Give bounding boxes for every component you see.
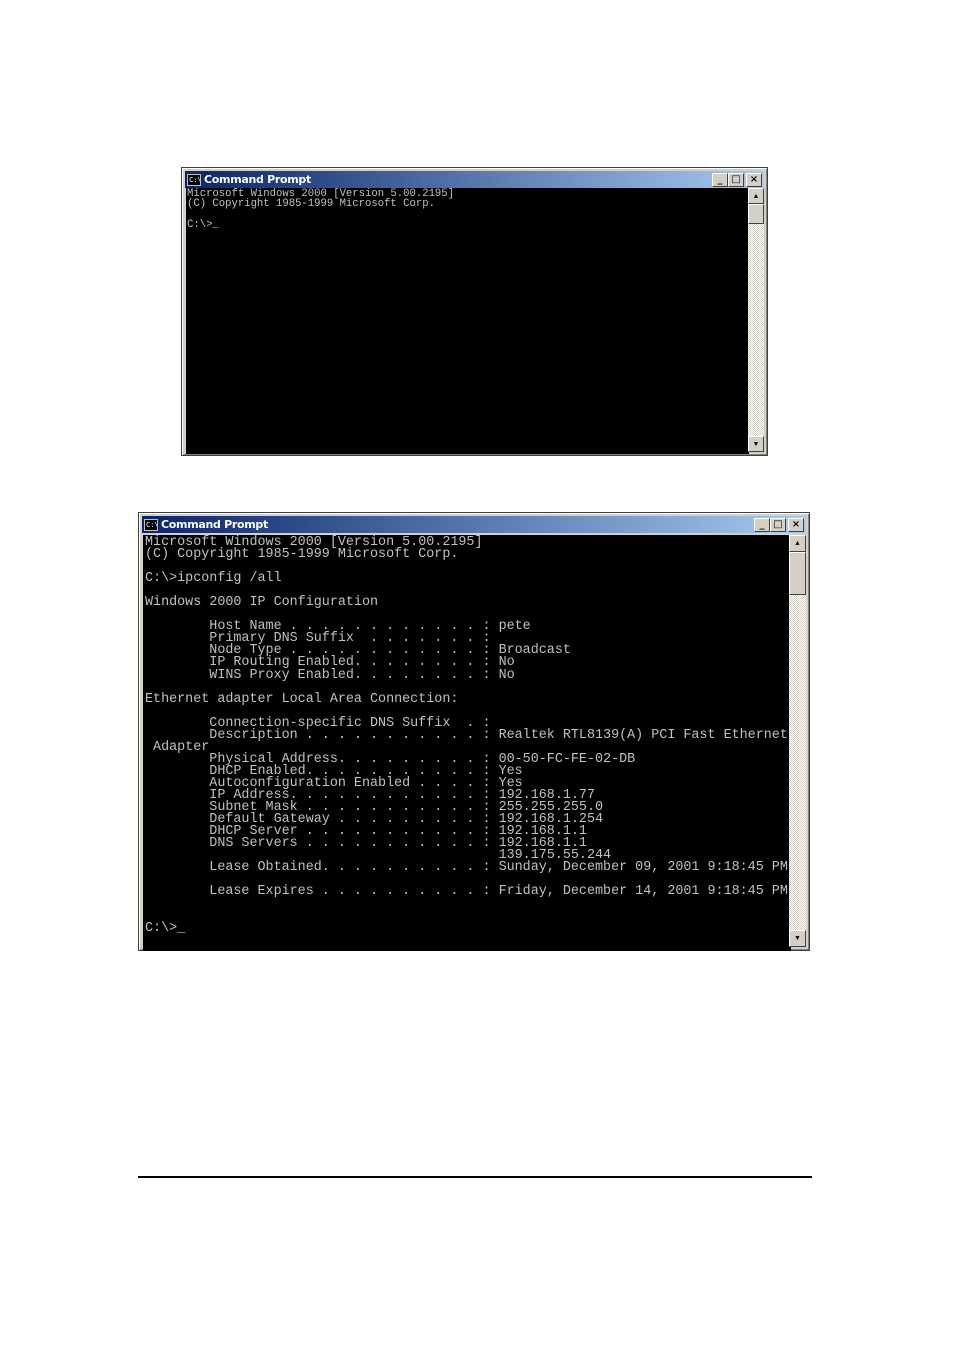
- scroll-thumb[interactable]: [789, 552, 806, 595]
- console-line: C:\>ipconfig /all: [145, 571, 282, 587]
- console-line: Lease Expires . . . . . . . . . . : Frid…: [145, 884, 788, 900]
- console-line: WINS Proxy Enabled. . . . . . . . : No: [145, 667, 515, 683]
- minimize-button[interactable]: _: [712, 172, 728, 187]
- close-button[interactable]: ×: [788, 517, 804, 532]
- cmd-icon[interactable]: C:\: [144, 518, 158, 531]
- title-bar[interactable]: C:\ Command Prompt _ □ ×: [185, 171, 764, 188]
- console-line: C:\>_: [145, 920, 186, 936]
- console-line: Description . . . . . . . . . . . : Real…: [145, 727, 788, 743]
- window-title: Command Prompt: [161, 518, 268, 531]
- console-line: C:\>_: [187, 219, 219, 232]
- scroll-down-button[interactable]: ▼: [789, 930, 806, 947]
- maximize-button[interactable]: □: [728, 172, 744, 187]
- scroll-thumb[interactable]: [748, 204, 764, 224]
- vertical-scrollbar[interactable]: ▲ ▼: [789, 535, 806, 947]
- console-line: Ethernet adapter Local Area Connection:: [145, 691, 459, 707]
- console-line: (C) Copyright 1985-1999 Microsoft Corp.: [145, 547, 459, 563]
- maximize-button[interactable]: □: [770, 517, 786, 532]
- title-bar[interactable]: C:\ Command Prompt _ □ ×: [142, 516, 806, 533]
- window-title: Command Prompt: [204, 173, 311, 186]
- console-line: Lease Obtained. . . . . . . . . . : Sund…: [145, 860, 788, 876]
- console-line: (C) Copyright 1985-1999 Microsoft Corp.: [187, 198, 435, 211]
- scroll-up-button[interactable]: ▲: [789, 535, 806, 552]
- cmd-icon[interactable]: C:\: [187, 173, 201, 186]
- console-line: Windows 2000 IP Configuration: [145, 595, 379, 611]
- close-button[interactable]: ×: [746, 172, 762, 187]
- scroll-up-button[interactable]: ▲: [748, 188, 764, 204]
- minimize-button[interactable]: _: [754, 517, 770, 532]
- scroll-down-button[interactable]: ▼: [748, 436, 764, 452]
- console-output[interactable]: Microsoft Windows 2000 [Version 5.00.219…: [143, 535, 791, 951]
- console-output[interactable]: Microsoft Windows 2000 [Version 5.00.219…: [186, 188, 749, 454]
- vertical-scrollbar[interactable]: ▲ ▼: [748, 188, 764, 452]
- command-prompt-window-small[interactable]: C:\ Command Prompt _ □ × Microsoft Windo…: [181, 167, 768, 456]
- horizontal-rule: [138, 1176, 812, 1178]
- command-prompt-window-ipconfig[interactable]: C:\ Command Prompt _ □ × Microsoft Windo…: [138, 512, 810, 951]
